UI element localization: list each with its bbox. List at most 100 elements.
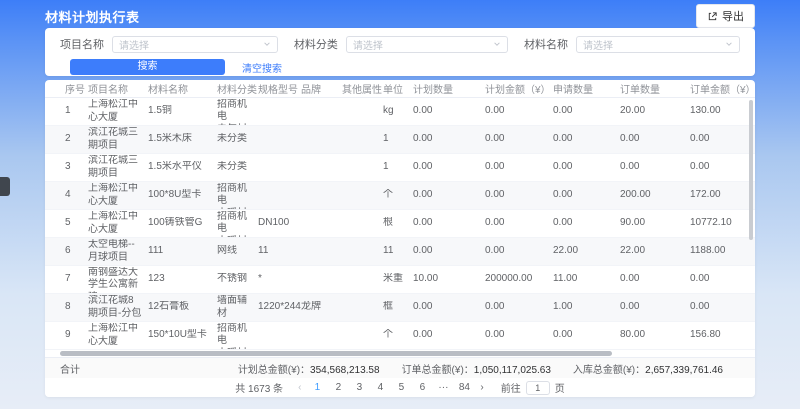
table-cell: 0.00	[413, 245, 485, 258]
table-cell: 0.00	[413, 329, 485, 342]
page-ellipsis[interactable]: ···	[436, 382, 450, 393]
table-cell: 0.00	[620, 273, 690, 286]
table-cell: 0.00	[620, 133, 690, 146]
table-header: 序号项目名称材料名称材料分类规格型号品牌其他属性单位计划数量计划金额（¥）申请数…	[45, 80, 755, 98]
table-cell: 11	[258, 245, 301, 258]
table-cell: *	[258, 273, 301, 286]
page-number-button[interactable]: 2	[331, 382, 345, 393]
table-cell: 1.5米水平仪	[148, 161, 217, 174]
table-row: 5上海松江中心大厦100铸铁管G招商机电 水暖材料DN100根0.000.000…	[45, 210, 755, 238]
table-cell: 0.00	[690, 273, 755, 286]
table-cell: 12石膏板	[148, 301, 217, 314]
page-number-button[interactable]: 6	[415, 382, 429, 393]
table-cell: 龙牌	[301, 301, 342, 314]
table-cell: 0.00	[690, 133, 755, 146]
table-row: 8滨江花城8期项目-分包12石膏板墙面辅材1220*2440*12龙牌框0.00…	[45, 294, 755, 322]
pagination-pages: 123456 ··· 84	[310, 382, 471, 393]
table-cell: 6	[65, 245, 88, 258]
next-page-button[interactable]: ›	[478, 382, 485, 393]
page-number-button[interactable]: 1	[310, 382, 324, 393]
table-row: 2滨江花城三期项目1.5米木床未分类10.000.000.000.000.00	[45, 126, 755, 154]
total-value: 1,050,117,025.63	[474, 365, 551, 376]
goto-page-input[interactable]	[526, 381, 550, 395]
filter-actions: 搜索 清空搜索	[70, 59, 740, 75]
summary-total: 入库总金额(¥)：2,657,339,761.46	[573, 361, 723, 376]
table-cell: 1.5米木床	[148, 133, 217, 146]
sidebar-collapse-handle[interactable]	[0, 177, 10, 196]
table-cell: 1220*2440*12	[258, 301, 301, 314]
table-cell: 上海松江中心大厦	[88, 323, 148, 348]
table-cell: 7	[65, 273, 88, 286]
table-cell: 0.00	[553, 161, 620, 174]
table-cell: 滨江花城8期项目-分包	[88, 295, 148, 320]
table-cell: 1	[383, 133, 413, 146]
pagination-goto: 前往 页	[501, 380, 565, 395]
table-panel: 序号项目名称材料名称材料分类规格型号品牌其他属性单位计划数量计划金额（¥）申请数…	[45, 80, 755, 397]
total-value: 354,568,213.58	[310, 365, 380, 376]
vertical-scrollbar[interactable]	[749, 100, 753, 240]
table-cell: 上海松江中心大厦	[88, 99, 148, 124]
material-category-select[interactable]: 请选择	[346, 36, 508, 53]
table-cell: 不锈钢	[217, 273, 258, 286]
project-name-select[interactable]: 请选择	[112, 36, 278, 53]
table-cell: 0.00	[485, 217, 553, 230]
select-placeholder: 请选择	[583, 37, 613, 52]
table-cell: 1188.00	[690, 245, 755, 258]
summary-total: 订单总金额(¥)：1,050,117,025.63	[402, 361, 551, 376]
table-cell: 22.00	[553, 245, 620, 258]
table-cell: kg	[383, 105, 413, 118]
clear-search-link[interactable]: 清空搜索	[242, 60, 282, 75]
table-cell: 0.00	[690, 301, 755, 314]
page-number-button[interactable]: 4	[373, 382, 387, 393]
table-cell: 0.00	[553, 217, 620, 230]
table-cell: 0.00	[413, 217, 485, 230]
material-name-select[interactable]: 请选择	[576, 36, 740, 53]
table-cell: 0.00	[690, 161, 755, 174]
chevron-down-icon	[263, 40, 271, 48]
table-cell: 0.00	[413, 105, 485, 118]
export-label: 导出	[722, 8, 744, 24]
page-number-button[interactable]: 5	[394, 382, 408, 393]
table-cell: 200.00	[620, 189, 690, 202]
table-cell: 11	[383, 245, 413, 258]
table-cell: 100铸铁管G	[148, 217, 217, 230]
table-cell: 0.00	[553, 329, 620, 342]
pagination: 共 1673 条 ‹ 123456···84 › 前往 页	[45, 378, 755, 397]
table-row: 3滨江花城三期项目1.5米水平仪未分类10.000.000.000.000.00	[45, 154, 755, 182]
table-cell: 招商机电 水暖材料	[217, 323, 258, 349]
select-placeholder: 请选择	[353, 37, 383, 52]
table-cell: 南钢盛达大学生公寓新建	[88, 267, 148, 293]
filter-label: 材料名称	[524, 36, 568, 52]
column-header: 序号	[65, 81, 88, 96]
table-cell: 172.00	[690, 189, 755, 202]
table-cell: 米重	[383, 273, 413, 286]
summary-total: 计划总金额(¥)：354,568,213.58	[238, 361, 380, 376]
column-header: 其他属性	[342, 81, 383, 96]
table-cell: 未分类	[217, 161, 258, 174]
horizontal-scrollbar[interactable]	[60, 351, 612, 356]
table-cell: 8	[65, 301, 88, 314]
table-cell: 11.00	[553, 273, 620, 286]
filter-panel: 项目名称请选择材料分类请选择材料名称请选择 搜索 清空搜索	[45, 28, 755, 76]
prev-page-button[interactable]: ‹	[296, 382, 303, 393]
page-number-button[interactable]: 3	[352, 382, 366, 393]
table-cell: 22.00	[620, 245, 690, 258]
column-header: 规格型号	[258, 81, 301, 96]
table-cell: 150*10U型卡	[148, 329, 217, 342]
filter-row: 项目名称请选择材料分类请选择材料名称请选择	[60, 35, 740, 53]
table-cell: 5	[65, 217, 88, 230]
search-button[interactable]: 搜索	[70, 59, 225, 75]
total-label: 订单总金额(¥)：	[402, 365, 474, 376]
export-icon	[707, 11, 718, 22]
export-button[interactable]: 导出	[696, 4, 755, 28]
filter-label: 项目名称	[60, 36, 104, 52]
table-cell: 20.00	[620, 105, 690, 118]
table-cell: 框	[383, 301, 413, 314]
page-number-button[interactable]: 84	[457, 382, 471, 393]
column-header: 品牌	[301, 81, 342, 96]
table-cell: 0.00	[553, 189, 620, 202]
table-cell: 0.00	[485, 105, 553, 118]
table-cell: 10772.10	[690, 217, 755, 230]
table-cell: 1.00	[553, 301, 620, 314]
table-cell: 0.00	[620, 301, 690, 314]
